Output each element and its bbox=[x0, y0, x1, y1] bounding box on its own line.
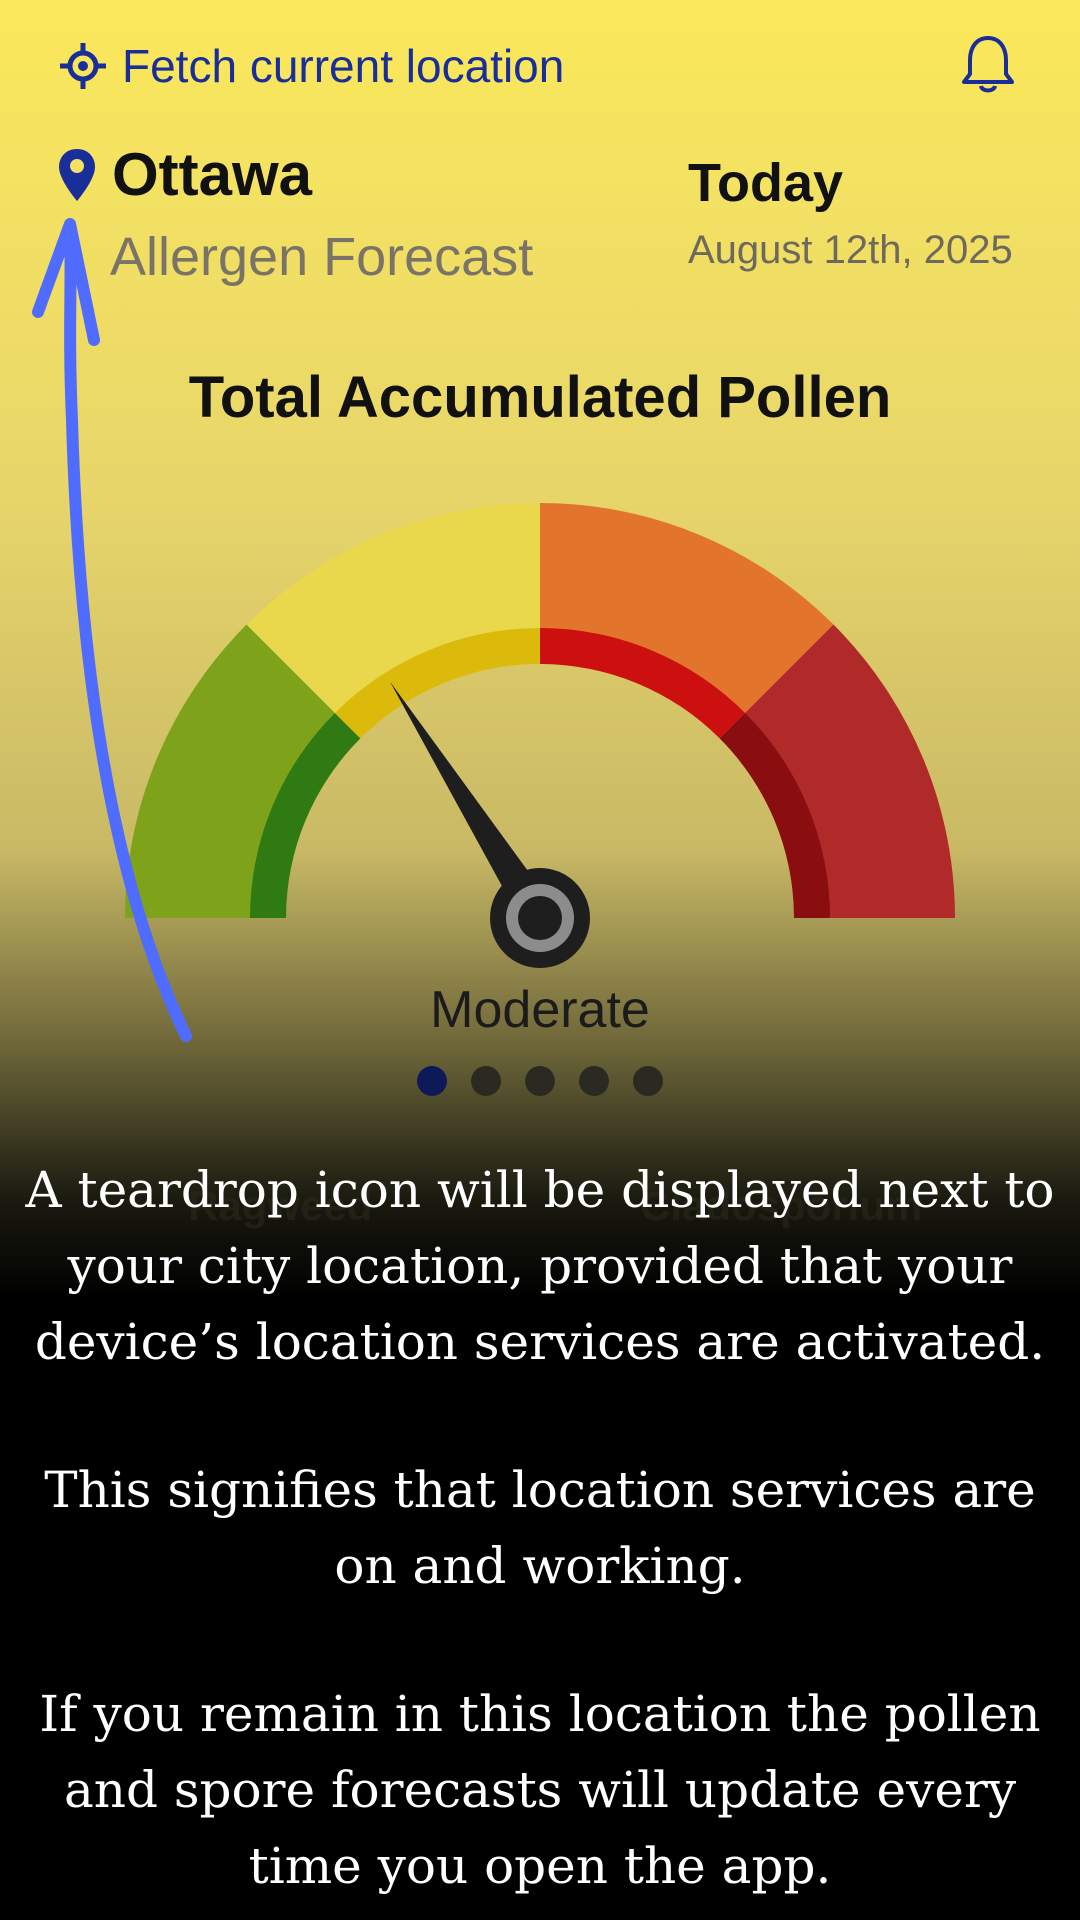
pollen-gauge bbox=[125, 503, 955, 968]
gauge-hub-center bbox=[518, 896, 562, 940]
page-dot[interactable] bbox=[633, 1066, 663, 1096]
city-name: Ottawa bbox=[112, 141, 313, 208]
page-dot[interactable] bbox=[525, 1066, 555, 1096]
tutorial-paragraph-1: A teardrop icon will be displayed next t… bbox=[25, 1161, 1055, 1371]
page-dot[interactable] bbox=[579, 1066, 609, 1096]
fetch-location-label: Fetch current location bbox=[122, 40, 565, 92]
fetch-location-button[interactable]: Fetch current location bbox=[58, 36, 564, 96]
bell-icon[interactable] bbox=[958, 32, 1018, 96]
tutorial-paragraph-2: This signifies that location services ar… bbox=[44, 1461, 1036, 1595]
pollen-level-label: Moderate bbox=[430, 981, 650, 1039]
forecast-subtitle: Allergen Forecast bbox=[110, 227, 534, 287]
tutorial-paragraph-3: If you remain in this location the polle… bbox=[39, 1685, 1041, 1895]
map-pin-icon bbox=[59, 148, 95, 201]
page-dot[interactable] bbox=[471, 1066, 501, 1096]
top-bar: Fetch current location bbox=[0, 0, 1080, 130]
date-label: August 12th, 2025 bbox=[688, 228, 1013, 272]
gauge-title: Total Accumulated Pollen bbox=[188, 365, 892, 430]
crosshair-icon bbox=[60, 43, 106, 89]
page-indicator bbox=[0, 1066, 1080, 1096]
day-label: Today bbox=[688, 153, 844, 213]
page-dot[interactable] bbox=[417, 1066, 447, 1096]
city-row: Ottawa bbox=[56, 140, 312, 209]
